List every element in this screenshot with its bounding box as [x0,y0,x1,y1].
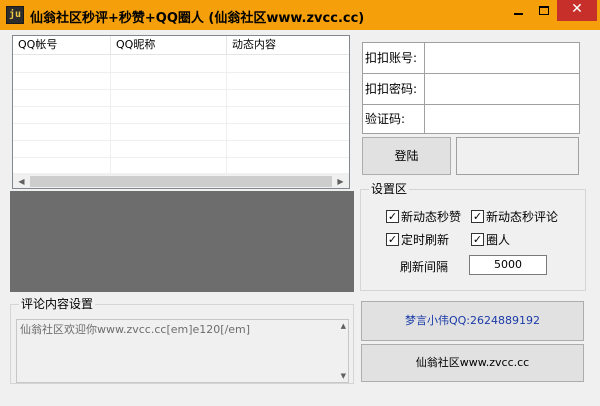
password-label: 扣扣密码: [363,74,425,104]
account-label: 扣扣账号: [363,43,425,73]
grid-line [13,140,349,141]
login-button[interactable]: 登陆 [362,137,451,175]
title-bar: ju 仙翁社区秒评+秒赞+QQ圈人 (仙翁社区www.zvcc.cc) ✕ [0,0,600,30]
login-form: 扣扣账号: 扣扣密码: 验证码: [362,42,580,134]
captcha-label: 验证码: [363,105,425,133]
app-icon: ju [6,6,24,24]
list-header: QQ帐号 QQ昵称 动态内容 [13,36,349,55]
settings-title: 设置区 [369,182,410,196]
refresh-interval-label: 刷新间隔 [400,260,449,274]
checkbox-checked-icon: ✓ [471,233,484,246]
scroll-right-icon[interactable]: ▶ [332,174,349,188]
comment-content-input[interactable]: 仙翁社区欢迎你www.zvcc.cc[em]e120[/em] ▲ ▼ [16,319,349,383]
scroll-thumb[interactable] [30,176,332,187]
refresh-interval-input[interactable]: 5000 [469,255,547,275]
scroll-down-icon[interactable]: ▼ [341,372,346,380]
checkbox-label: 新动态秒赞 [401,210,462,224]
checkbox-label: 定时刷新 [401,233,450,247]
window-title: 仙翁社区秒评+秒赞+QQ圈人 (仙翁社区www.zvcc.cc) [30,11,365,26]
minimize-icon [514,13,523,15]
comment-settings-group: 评论内容设置 仙翁社区欢迎你www.zvcc.cc[em]e120[/em] ▲… [10,297,354,384]
website-button[interactable]: 仙翁社区www.zvcc.cc [361,344,584,382]
close-icon: ✕ [571,1,583,17]
column-header-content[interactable]: 动态内容 [227,36,349,55]
maximize-button[interactable] [531,0,557,21]
grid-line [13,157,349,158]
captcha-image [456,137,579,175]
maximize-icon [539,6,549,15]
scroll-up-icon[interactable]: ▲ [341,322,346,330]
preview-panel [10,191,354,292]
column-header-qq-nickname[interactable]: QQ昵称 [111,36,227,55]
grid-line [13,123,349,124]
close-button[interactable]: ✕ [557,0,597,21]
comment-content-text: 仙翁社区欢迎你www.zvcc.cc[em]e120[/em] [20,323,251,336]
password-input[interactable] [426,74,579,104]
checkbox-checked-icon: ✓ [386,233,399,246]
captcha-input[interactable] [426,105,579,133]
checkbox-label: 圈人 [486,233,511,247]
horizontal-scrollbar[interactable]: ◀ ▶ [13,173,349,188]
contact-button[interactable]: 梦言小伟QQ:2624889192 [361,301,584,341]
checkbox-label: 新动态秒评论 [486,210,559,224]
comment-settings-title: 评论内容设置 [19,297,96,311]
grid-line [13,106,349,107]
checkbox-checked-icon: ✓ [471,210,484,223]
settings-group: 设置区 ✓ 新动态秒赞 ✓ 新动态秒评论 ✓ 定时刷新 ✓ 圈人 刷新间隔 50… [360,182,586,291]
checkbox-checked-icon: ✓ [386,210,399,223]
grid-line [13,72,349,73]
minimize-button[interactable] [505,0,531,21]
grid-line [13,89,349,90]
dynamic-list[interactable]: QQ帐号 QQ昵称 动态内容 ◀ ▶ [12,35,350,189]
scroll-left-icon[interactable]: ◀ [13,174,30,188]
column-header-qq-account[interactable]: QQ帐号 [13,36,111,55]
account-input[interactable] [426,43,579,73]
